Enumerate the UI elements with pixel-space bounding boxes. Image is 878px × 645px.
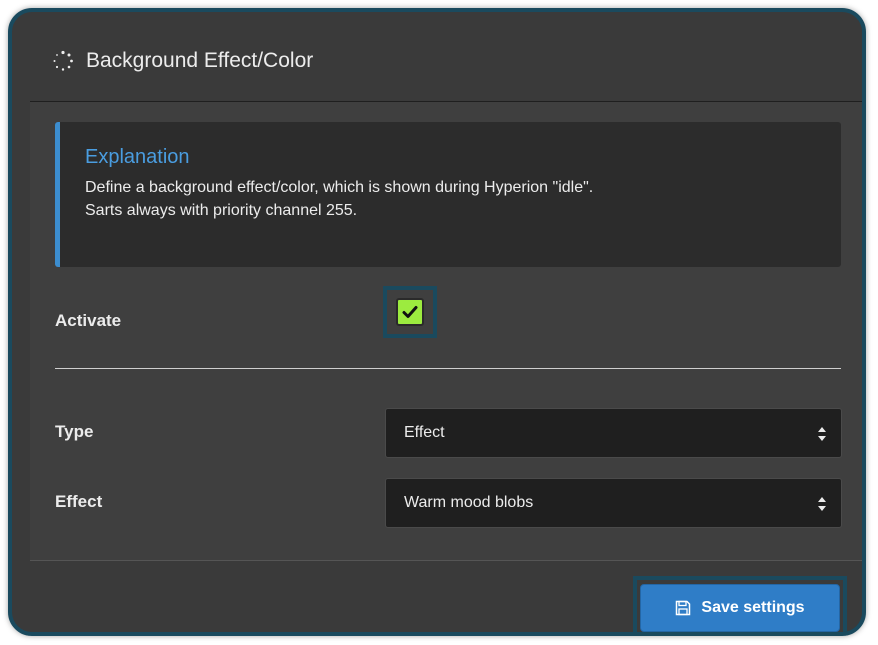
panel-header: Background Effect/Color: [30, 20, 862, 102]
type-select[interactable]: Effect: [385, 408, 842, 458]
select-arrows-icon: [818, 427, 826, 441]
effect-label: Effect: [55, 492, 103, 511]
checkmark-icon: [402, 306, 418, 318]
type-label: Type: [55, 422, 94, 441]
effect-select[interactable]: Warm mood blobs: [385, 478, 842, 528]
select-arrows-icon: [818, 497, 826, 511]
panel-title: Background Effect/Color: [86, 48, 314, 72]
section-divider: [55, 368, 841, 369]
spinner-icon: [53, 50, 73, 71]
activate-label: Activate: [55, 311, 122, 330]
save-settings-label: Save settings: [701, 599, 805, 616]
panel-footer: Save settings: [30, 560, 862, 632]
save-button-highlight: Save settings: [633, 576, 847, 632]
settings-window: Background Effect/Color Explanation Defi…: [8, 8, 866, 636]
explanation-line-1: Define a background effect/color, which …: [85, 179, 594, 196]
explanation-callout: Explanation Define a background effect/c…: [55, 122, 841, 267]
save-settings-button[interactable]: Save settings: [640, 584, 840, 632]
floppy-icon: [676, 600, 691, 616]
explanation-title: Explanation: [85, 146, 190, 168]
type-select-value: Effect: [404, 424, 445, 441]
panel-body: Explanation Define a background effect/c…: [30, 102, 862, 560]
activate-checkbox-highlight: [383, 286, 437, 338]
effect-select-value: Warm mood blobs: [404, 494, 534, 511]
activate-checkbox[interactable]: [396, 298, 424, 326]
explanation-line-2: Sarts always with priority channel 255.: [85, 202, 358, 219]
